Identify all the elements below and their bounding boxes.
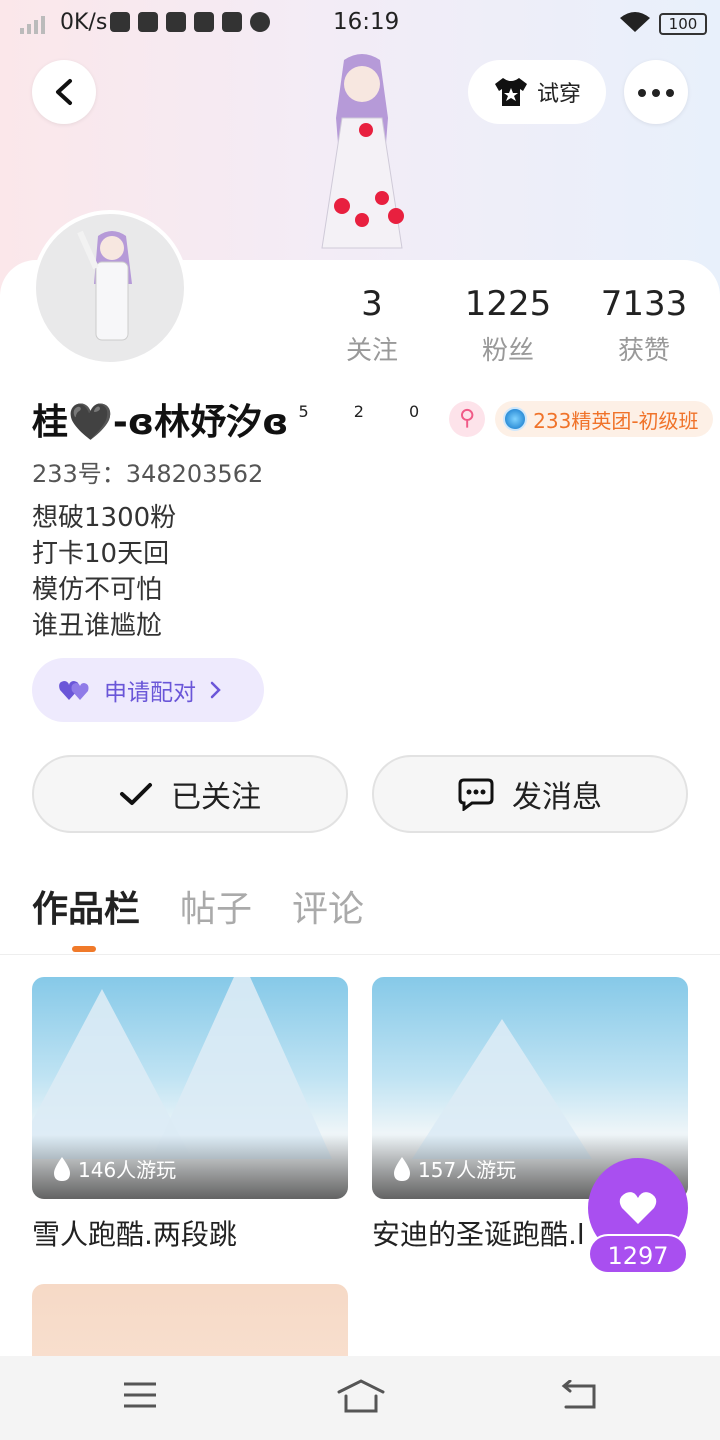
heart-icon [619, 1192, 657, 1224]
send-message-button[interactable]: 发消息 [372, 755, 688, 833]
name-row: 桂🖤-ɞ林妤汐ɞ 5 2 0 ⚲ 233精英团-初级班 [32, 394, 713, 444]
badge-gem-icon [503, 407, 528, 431]
stat-value: 3 [361, 284, 383, 324]
network-speed: 0K/s [60, 10, 108, 35]
avatar[interactable] [32, 210, 188, 366]
double-heart-icon [59, 681, 89, 700]
active-tab-indicator [72, 946, 96, 952]
system-navigation-bar [0, 1356, 720, 1440]
mountain-shape [152, 977, 332, 1159]
stat-value: 1225 [464, 284, 552, 324]
stat-label: 关注 [345, 336, 398, 366]
following-label: 已关注 [171, 780, 261, 815]
user-id: 233号：348203562 [32, 460, 264, 488]
apply-pair-button[interactable]: 申请配对 [32, 658, 264, 722]
try-on-button[interactable]: 试穿 [468, 60, 606, 124]
stat-likes[interactable]: 7133 获赞 [579, 284, 709, 367]
apply-pair-label: 申请配对 [104, 680, 196, 706]
work-title: 雪人跑酷.两段跳 [32, 1218, 237, 1251]
signal-icon [20, 14, 45, 34]
more-options-button[interactable] [624, 60, 688, 124]
flame-icon [54, 1156, 70, 1181]
badge-label: 233精英团-初级班 [533, 408, 699, 433]
work-card[interactable]: 146人游玩 雪人跑酷.两段跳 [32, 977, 348, 1253]
back-nav-icon[interactable] [560, 1380, 598, 1410]
status-bar: 0K/s 16:19 100 [0, 0, 720, 48]
flame-icon [394, 1156, 410, 1181]
stat-following[interactable]: 3 关注 [307, 284, 437, 367]
notification-icon [110, 12, 130, 32]
divider [0, 954, 720, 955]
media-icon [166, 12, 186, 32]
character-avatar-illustration [321, 54, 404, 249]
stat-label: 粉丝 [481, 336, 534, 366]
bio-line: 模仿不可怕 [32, 575, 163, 605]
user-name: 桂🖤-ɞ林妤汐ɞ [32, 402, 289, 443]
title-badge[interactable]: 233精英团-初级班 [495, 401, 713, 437]
check-icon [120, 783, 152, 805]
battery-indicator: 100 [659, 13, 707, 35]
notification-icons [110, 12, 270, 32]
stat-followers[interactable]: 1225 粉丝 [443, 284, 573, 367]
mail-icon [138, 12, 158, 32]
bio-line: 打卡10天回 [32, 539, 170, 569]
try-on-label: 试穿 [536, 82, 581, 107]
play-count: 146人游玩 [52, 1154, 176, 1183]
user-bio: 想破1300粉 打卡10天回 模仿不可怕 谁丑谁尴尬 [32, 500, 176, 644]
send-message-label: 发消息 [512, 780, 602, 815]
calendar-icon [194, 12, 214, 32]
more-icon [638, 89, 674, 97]
tab-posts[interactable]: 帖子 [180, 880, 252, 932]
stat-value: 7133 [600, 284, 688, 324]
following-button[interactable]: 已关注 [32, 755, 348, 833]
cloud-icon [250, 12, 270, 32]
play-count: 157人游玩 [392, 1154, 516, 1183]
gender-female-icon: ⚲ [449, 401, 486, 437]
like-count: 1297 [588, 1234, 688, 1274]
chevron-left-icon [56, 79, 72, 105]
profile-tabs: 作品栏 帖子 评论 [32, 880, 364, 932]
task-icon [222, 12, 242, 32]
bio-line: 谁丑谁尴尬 [32, 611, 163, 641]
tab-works[interactable]: 作品栏 [32, 880, 140, 932]
play-count-label: 157人游玩 [418, 1158, 517, 1182]
shirt-icon [494, 78, 527, 106]
home-icon[interactable] [336, 1378, 386, 1414]
back-button[interactable] [32, 60, 96, 124]
user-name-suffix: 5 2 0 [298, 401, 440, 421]
clock: 16:19 [333, 9, 400, 35]
tab-comments[interactable]: 评论 [292, 880, 364, 932]
play-count-label: 146人游玩 [78, 1158, 177, 1182]
wifi-icon [618, 10, 652, 40]
work-thumbnail: 146人游玩 [32, 977, 348, 1199]
menu-icon[interactable] [122, 1380, 158, 1410]
avatar-figure [77, 230, 132, 341]
chevron-right-icon [210, 681, 221, 699]
bio-line: 想破1300粉 [32, 503, 177, 533]
chat-bubble-icon [458, 778, 494, 811]
stat-label: 获赞 [617, 336, 670, 366]
